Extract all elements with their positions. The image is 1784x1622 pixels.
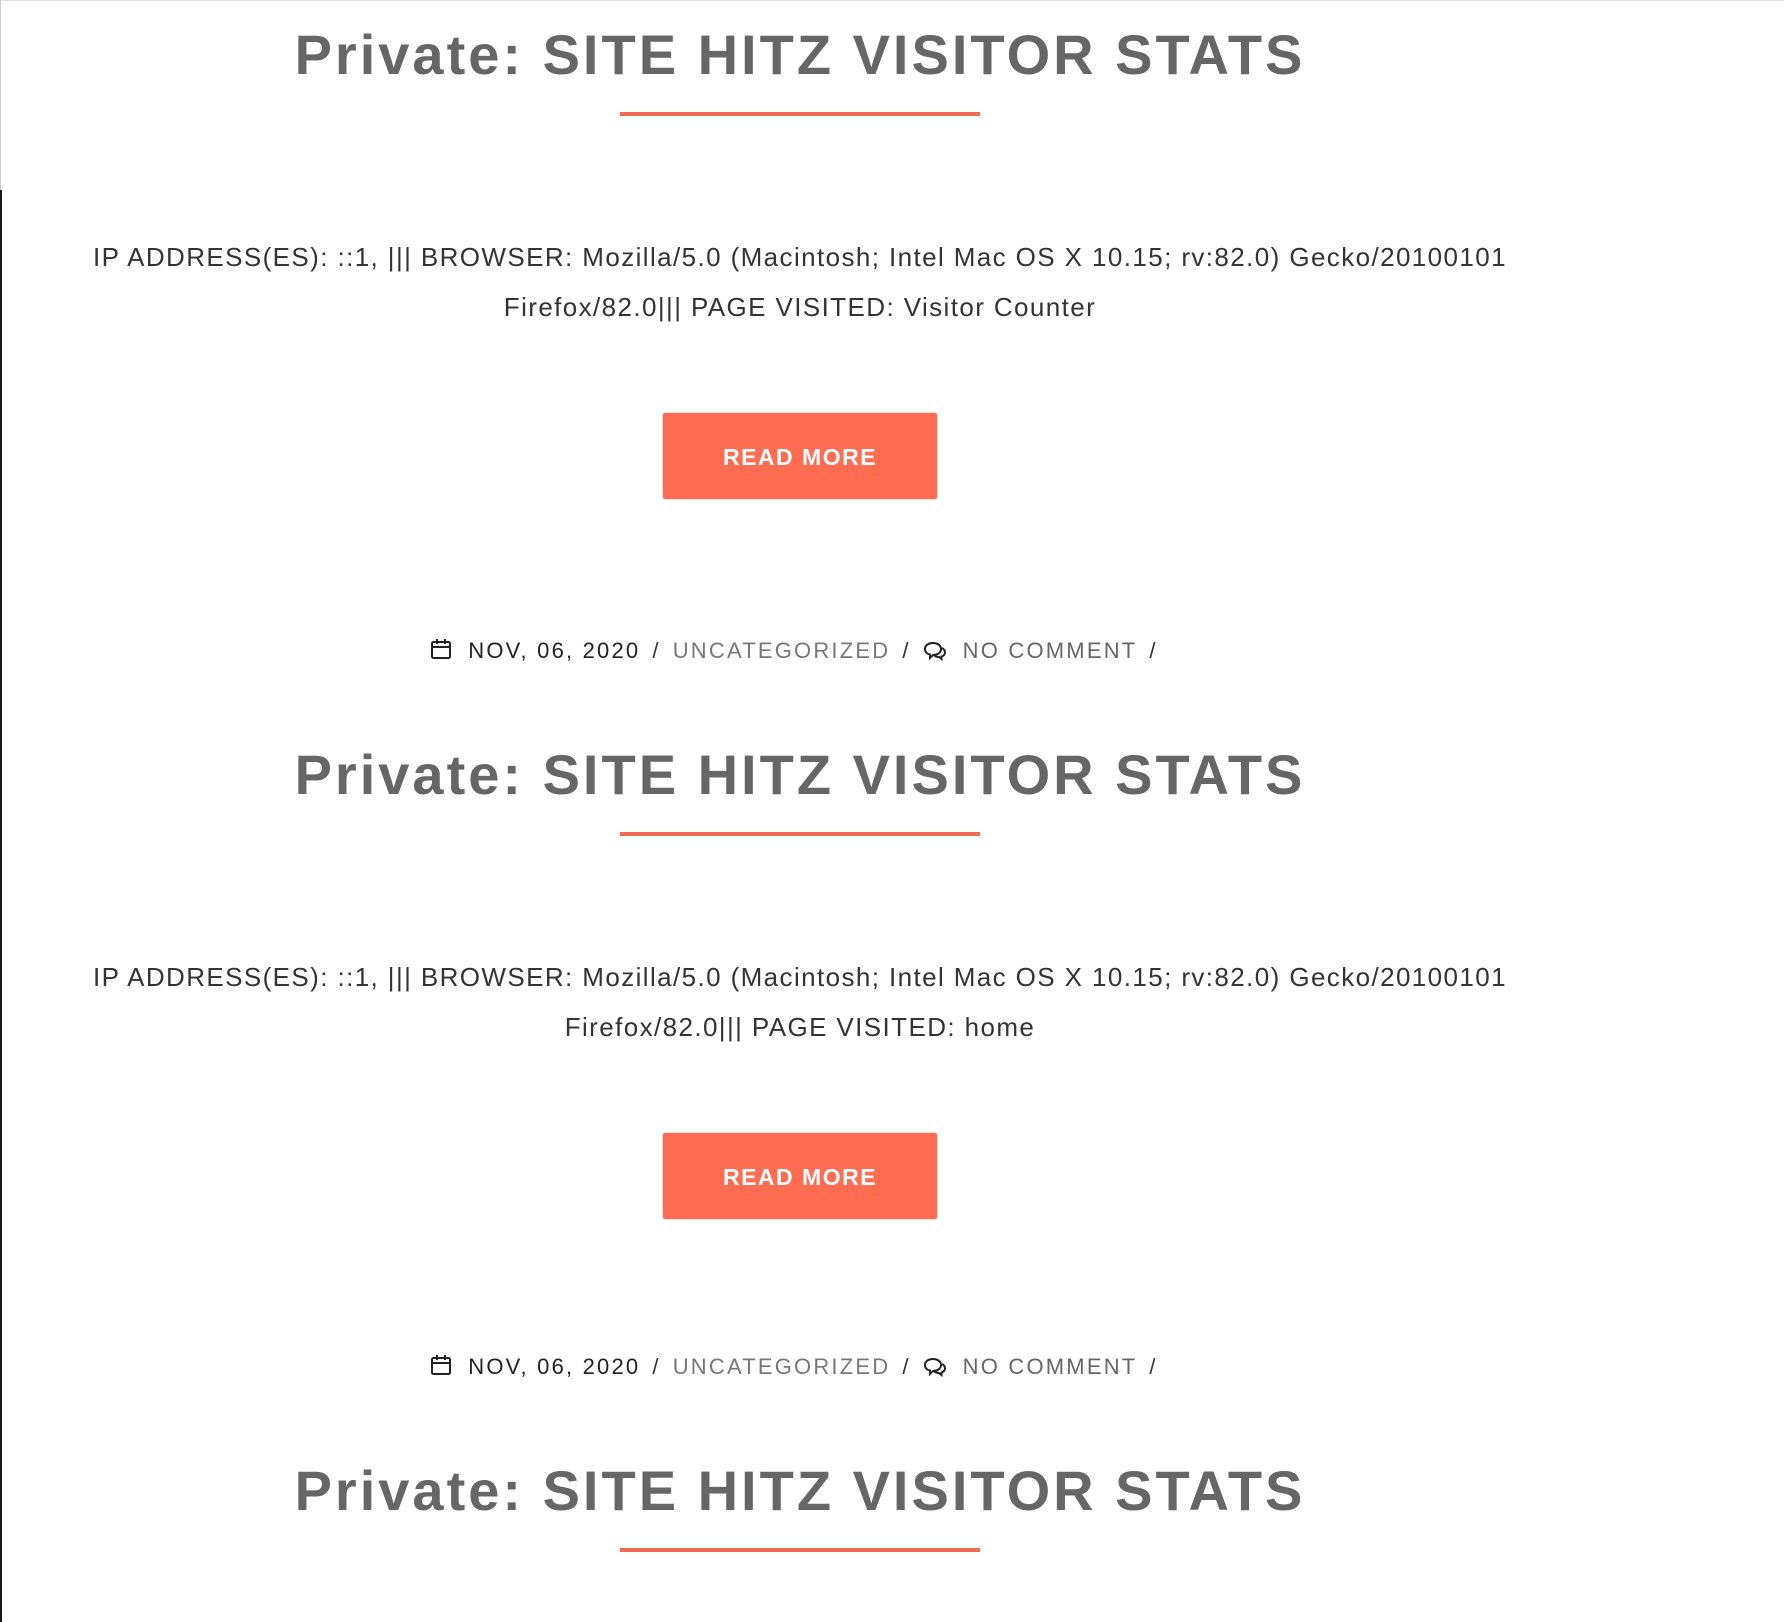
post-meta: NOV, 06, 2020 / UNCATEGORIZED / NO COMMENT / (0, 1354, 1600, 1383)
meta-separator: / (902, 638, 911, 663)
title-underline (620, 832, 980, 836)
post-excerpt-line: Firefox/82.0||| PAGE VISITED: Visitor Co… (503, 292, 1097, 322)
left-edge (0, 190, 2, 1622)
meta-separator: / (1149, 638, 1158, 663)
post-comments-link[interactable]: NO COMMENT (963, 638, 1138, 663)
read-more-button[interactable]: READ MORE (662, 1132, 938, 1220)
blog-archive-page: Private: SITE HITZ VISITOR STATS IP ADDR… (0, 0, 1784, 1622)
title-underline (620, 1548, 980, 1552)
post-excerpt-line: IP ADDRESS(ES): ::1, ||| BROWSER: Mozill… (93, 962, 1507, 992)
post-excerpt: IP ADDRESS(ES): ::1, ||| BROWSER: Mozill… (0, 952, 1600, 1052)
calendar-icon (430, 638, 452, 666)
meta-separator: / (652, 1354, 661, 1379)
post-title-prefix: Private: (294, 1459, 525, 1522)
post-comments-link[interactable]: NO COMMENT (963, 1354, 1138, 1379)
post-excerpt: IP ADDRESS(ES): ::1, ||| BROWSER: Mozill… (0, 232, 1600, 332)
comment-icon (923, 1357, 947, 1383)
post-excerpt-line: IP ADDRESS(ES): ::1, ||| BROWSER: Mozill… (93, 242, 1507, 272)
post-title[interactable]: Private: SITE HITZ VISITOR STATS (0, 1436, 1600, 1546)
post-meta: NOV, 06, 2020 / UNCATEGORIZED / NO COMMENT / (0, 638, 1600, 667)
title-underline (620, 112, 980, 116)
post-category-link[interactable]: UNCATEGORIZED (673, 1354, 891, 1379)
read-more-button[interactable]: READ MORE (662, 412, 938, 500)
post-category-link[interactable]: UNCATEGORIZED (673, 638, 891, 663)
post-title-main: SITE HITZ VISITOR STATS (542, 23, 1306, 86)
post-excerpt-line: Firefox/82.0||| PAGE VISITED: home (564, 1012, 1036, 1042)
post-title-main: SITE HITZ VISITOR STATS (542, 743, 1306, 806)
comment-icon (923, 641, 947, 667)
post-title[interactable]: Private: SITE HITZ VISITOR STATS (0, 720, 1600, 830)
meta-separator: / (902, 1354, 911, 1379)
meta-separator: / (652, 638, 661, 663)
meta-separator: / (1149, 1354, 1158, 1379)
post-title-prefix: Private: (294, 743, 525, 806)
post-date: NOV, 06, 2020 (468, 1354, 641, 1379)
post-date: NOV, 06, 2020 (468, 638, 641, 663)
post-title-main: SITE HITZ VISITOR STATS (542, 1459, 1306, 1522)
post-title-prefix: Private: (294, 23, 525, 86)
post-title[interactable]: Private: SITE HITZ VISITOR STATS (0, 0, 1600, 110)
calendar-icon (430, 1354, 452, 1382)
